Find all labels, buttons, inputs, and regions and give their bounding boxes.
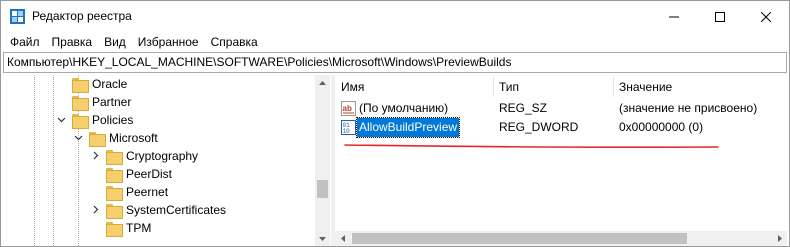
svg-text:10: 10 [343,128,351,135]
chevron-down-icon [74,135,83,141]
scroll-right-button[interactable] [772,231,787,246]
folder-icon [89,131,106,147]
menu-edit[interactable]: Правка [46,32,99,52]
folder-icon [106,167,123,183]
tree-item-label: Peernet [126,185,169,199]
value-row[interactable]: ab (По умолчанию) REG_SZ (значение не пр… [335,99,787,118]
maximize-icon [715,11,725,22]
arrow-right-icon [777,235,782,242]
minimize-icon [669,16,679,17]
close-icon [761,11,771,22]
tree-item-policies[interactable]: Policies [72,111,133,129]
maximize-button[interactable] [697,1,743,32]
binary-value-icon: 01 10 [341,120,356,135]
tree-item-label: Oracle [92,77,128,91]
tree-item-label: Microsoft [109,131,158,145]
folder-icon [106,149,123,165]
tree-expander-cryptography[interactable] [91,151,100,160]
scroll-up-button[interactable] [315,75,330,90]
tree-item-tpm[interactable]: TPM [106,219,151,237]
tree-guide-line [34,75,35,246]
tree-expander-policies[interactable] [57,115,66,124]
registry-editor-window: Редактор реестра Файл Правка Вид Избранн… [0,0,790,247]
address-bar[interactable]: Компьютер\HKEY_LOCAL_MACHINE\SOFTWARE\Po… [3,52,787,73]
chevron-right-icon [93,205,99,214]
string-value-icon: ab [341,101,356,116]
tree-item-partner[interactable]: Partner [72,93,131,111]
tree-vertical-scrollbar[interactable] [315,75,330,246]
menu-file[interactable]: Файл [4,32,46,52]
menu-bar: Файл Правка Вид Избранное Справка [1,32,789,52]
tree-item-label: Partner [92,95,132,109]
folder-icon [106,203,123,219]
column-header-name[interactable]: Имя [335,75,493,99]
value-row-selected[interactable]: 01 10 AllowBuildPreview REG_DWORD 0x0000… [335,117,787,138]
tree-expander-microsoft[interactable] [74,133,83,142]
tree-item-label: Policies [92,113,134,127]
folder-icon [72,113,89,129]
annotation-underline [344,144,719,149]
registry-editor-app-icon [10,9,25,24]
scroll-left-button[interactable] [335,231,350,246]
folder-icon [72,95,89,111]
scroll-thumb[interactable] [317,180,328,198]
minimize-button[interactable] [651,1,697,32]
column-header-data[interactable]: Значение [613,75,787,99]
value-data: 0x00000000 (0) [619,120,704,134]
folder-icon [72,77,89,93]
window-title: Редактор реестра [32,9,132,23]
tree-item-cryptography[interactable]: Cryptography [106,147,198,165]
menu-favorites[interactable]: Избранное [132,32,205,52]
menu-view[interactable]: Вид [98,32,132,52]
chevron-right-icon [93,151,99,160]
folder-icon [106,185,123,201]
arrow-down-icon [319,236,326,241]
tree-item-peerdist[interactable]: PeerDist [106,165,172,183]
value-name: AllowBuildPreview [355,117,461,138]
chevron-down-icon [57,117,66,123]
tree-item-microsoft[interactable]: Microsoft [89,129,158,147]
svg-text:ab: ab [343,104,352,113]
value-name: (По умолчанию) [359,101,449,115]
tree-item-label: Cryptography [126,149,199,163]
key-tree-pane[interactable]: Oracle Partner Policies Microsoft Crypto… [3,75,330,246]
value-data: (значение не присвоено) [619,101,758,115]
title-bar[interactable]: Редактор реестра [1,1,789,32]
arrow-up-icon [319,80,326,85]
tree-item-systemcertificates[interactable]: SystemCertificates [106,201,226,219]
folder-icon [106,221,123,237]
close-button[interactable] [743,1,789,32]
arrow-left-icon [340,235,345,242]
menu-help[interactable]: Справка [205,32,264,52]
tree-item-label: TPM [126,221,152,235]
column-header-type[interactable]: Тип [493,75,613,99]
scroll-down-button[interactable] [315,231,330,246]
tree-item-oracle[interactable]: Oracle [72,75,127,93]
tree-guide-line [53,75,54,246]
value-type: REG_DWORD [499,120,579,134]
tree-item-label: SystemCertificates [126,203,227,217]
tree-item-label: PeerDist [126,167,173,181]
value-type: REG_SZ [499,101,548,115]
tree-expander-systemcertificates[interactable] [91,205,100,214]
values-horizontal-scrollbar[interactable] [335,231,787,246]
scroll-thumb[interactable] [352,233,687,244]
values-pane[interactable]: Имя Тип Значение ab (По умолчанию) REG_S… [335,75,787,246]
tree-item-peernet[interactable]: Peernet [106,183,168,201]
